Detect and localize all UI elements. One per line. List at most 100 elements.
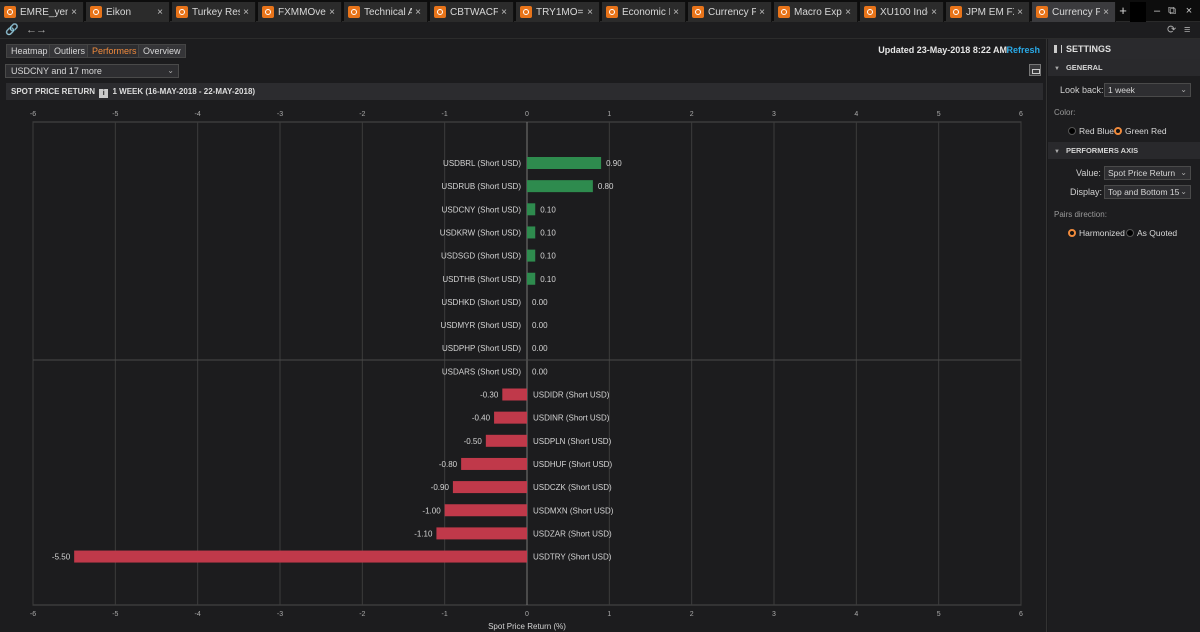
tab-label: CBTWACF= Tech <box>450 6 498 18</box>
tab-label: JPM EM FX Inde <box>966 6 1014 18</box>
refresh-link[interactable]: Refresh <box>1006 45 1040 55</box>
tick-label-bottom: 1 <box>607 611 611 618</box>
hamburger-menu-icon[interactable]: ≡ <box>1184 23 1190 37</box>
eikon-app-icon <box>4 6 16 18</box>
close-icon[interactable]: × <box>68 7 80 18</box>
collapse-triangle-icon: ▼ <box>1054 66 1060 72</box>
tab-3[interactable]: Turkey Reserves× <box>172 2 256 22</box>
close-icon[interactable]: × <box>842 7 854 18</box>
close-icon[interactable]: × <box>928 7 940 18</box>
tab-9[interactable]: Currency Perforr× <box>688 2 772 22</box>
radio-selected-icon <box>1114 127 1122 135</box>
tab-overview[interactable]: Overview <box>138 44 186 58</box>
tick-label-bottom: -2 <box>359 611 365 618</box>
look-back-select[interactable]: 1 week ⌄ <box>1104 83 1191 97</box>
tab-4[interactable]: FXMMOverview× <box>258 2 342 22</box>
value-label: Value: <box>1076 168 1101 178</box>
settings-panel: SETTINGS ▼ GENERAL Look back: 1 week ⌄ Co… <box>1048 39 1200 632</box>
pairs-selector[interactable]: USDCNY and 17 more ⌄ <box>5 64 179 78</box>
close-icon[interactable]: × <box>584 7 596 18</box>
performers-axis-section-header[interactable]: ▼ PERFORMERS AXIS <box>1048 142 1200 159</box>
tab-7[interactable]: TRY1MO= Chart× <box>516 2 600 22</box>
tab-label: FXMMOverview <box>278 6 326 18</box>
eikon-app-icon <box>348 6 360 18</box>
tab-13[interactable]: Currency Perforr× <box>1032 2 1116 22</box>
color-radio-green-red[interactable]: Green Red <box>1114 126 1167 136</box>
tab-2[interactable]: Eikon × <box>86 2 170 22</box>
tick-label-top: -1 <box>442 111 448 118</box>
tab-heatmap[interactable]: Heatmap <box>6 44 53 58</box>
close-icon[interactable]: × <box>670 7 682 18</box>
color-radio-red-blue[interactable]: Red Blue <box>1068 126 1114 136</box>
tab-10[interactable]: Macro Explorer× <box>774 2 858 22</box>
close-icon[interactable]: × <box>412 7 424 18</box>
tick-label-bottom: 0 <box>525 611 529 618</box>
tab-performers[interactable]: Performers <box>87 44 142 58</box>
close-icon[interactable]: × <box>756 7 768 18</box>
tab-1[interactable]: EMRE_yeni × <box>0 2 84 22</box>
forward-arrow-icon[interactable]: → <box>36 23 47 37</box>
close-icon[interactable]: × <box>1100 7 1112 18</box>
category-label: USDRUB (Short USD) <box>441 182 521 191</box>
tab-label: Economic Monit <box>622 6 670 18</box>
data-label: 0.90 <box>606 159 622 168</box>
tab-label: Turkey Reserves <box>192 6 240 18</box>
direction-radio-harmonized[interactable]: Harmonized <box>1068 228 1125 238</box>
tab-8[interactable]: Economic Monit× <box>602 2 686 22</box>
tab-11[interactable]: XU100 Index M× <box>860 2 944 22</box>
tick-label-bottom: -5 <box>112 611 118 618</box>
radio-dot-icon <box>1068 127 1076 135</box>
x-axis-title: Spot Price Return (%) <box>488 622 566 631</box>
close-icon[interactable]: × <box>240 7 252 18</box>
display-select[interactable]: Top and Bottom 15 ⌄ <box>1104 185 1191 199</box>
tick-label-top: 1 <box>607 111 611 118</box>
eikon-app-icon <box>778 6 790 18</box>
bar <box>74 550 528 563</box>
look-back-value: 1 week <box>1108 85 1135 95</box>
radio-selected-icon <box>1068 229 1076 237</box>
tick-label-bottom: -1 <box>442 611 448 618</box>
close-icon[interactable]: × <box>498 7 510 18</box>
new-tab-button[interactable]: + <box>1117 2 1129 20</box>
value-select[interactable]: Spot Price Return ⌄ <box>1104 166 1191 180</box>
data-label: -1.10 <box>414 529 433 538</box>
eikon-app-icon <box>950 6 962 18</box>
print-icon[interactable] <box>1029 64 1041 76</box>
category-label: USDIDR (Short USD) <box>533 391 610 400</box>
tab-12[interactable]: JPM EM FX Inde× <box>946 2 1030 22</box>
category-label: USDPHP (Short USD) <box>442 344 521 353</box>
minimize-icon[interactable]: – <box>1150 4 1164 18</box>
data-label: -1.00 <box>422 506 441 515</box>
direction-radio-as-quoted[interactable]: As Quoted <box>1126 228 1177 238</box>
settings-header[interactable]: SETTINGS <box>1048 39 1200 59</box>
tab-outliers[interactable]: Outliers <box>49 44 91 58</box>
bar <box>527 272 536 285</box>
category-label: USDKRW (Short USD) <box>440 228 522 237</box>
restore-icon[interactable]: ⧉ <box>1165 4 1179 18</box>
collapse-triangle-icon: ▼ <box>1054 149 1060 155</box>
category-label: USDTHB (Short USD) <box>442 275 521 284</box>
close-icon[interactable]: × <box>326 7 338 18</box>
close-icon[interactable]: × <box>1014 7 1026 18</box>
bar <box>527 203 536 216</box>
tab-5[interactable]: Technical Analys× <box>344 2 428 22</box>
tick-label-bottom: 2 <box>690 611 694 618</box>
eikon-app-icon <box>434 6 446 18</box>
tick-label-top: -4 <box>195 111 201 118</box>
chart-header-title: SPOT PRICE RETURN <box>11 87 96 96</box>
panel-toggle-icon[interactable] <box>1054 45 1062 53</box>
general-section-header[interactable]: ▼ GENERAL <box>1048 59 1200 76</box>
pairs-selector-value: USDCNY and 17 more <box>11 66 102 76</box>
tick-label-top: -2 <box>359 111 365 118</box>
bar <box>527 180 593 193</box>
tab-label: Macro Explorer <box>794 6 842 18</box>
close-window-icon[interactable]: × <box>1182 4 1196 18</box>
data-label: -5.50 <box>52 553 71 562</box>
pairs-direction-label: Pairs direction: <box>1054 210 1107 219</box>
info-icon[interactable]: i <box>99 89 109 98</box>
reload-icon[interactable]: ⟳ <box>1167 23 1176 37</box>
tab-6[interactable]: CBTWACF= Tech× <box>430 2 514 22</box>
chart-header-period: 1 WEEK (16-MAY-2018 - 22-MAY-2018) <box>112 87 256 96</box>
close-icon[interactable]: × <box>154 7 166 18</box>
link-icon[interactable]: 🔗 <box>5 23 19 37</box>
